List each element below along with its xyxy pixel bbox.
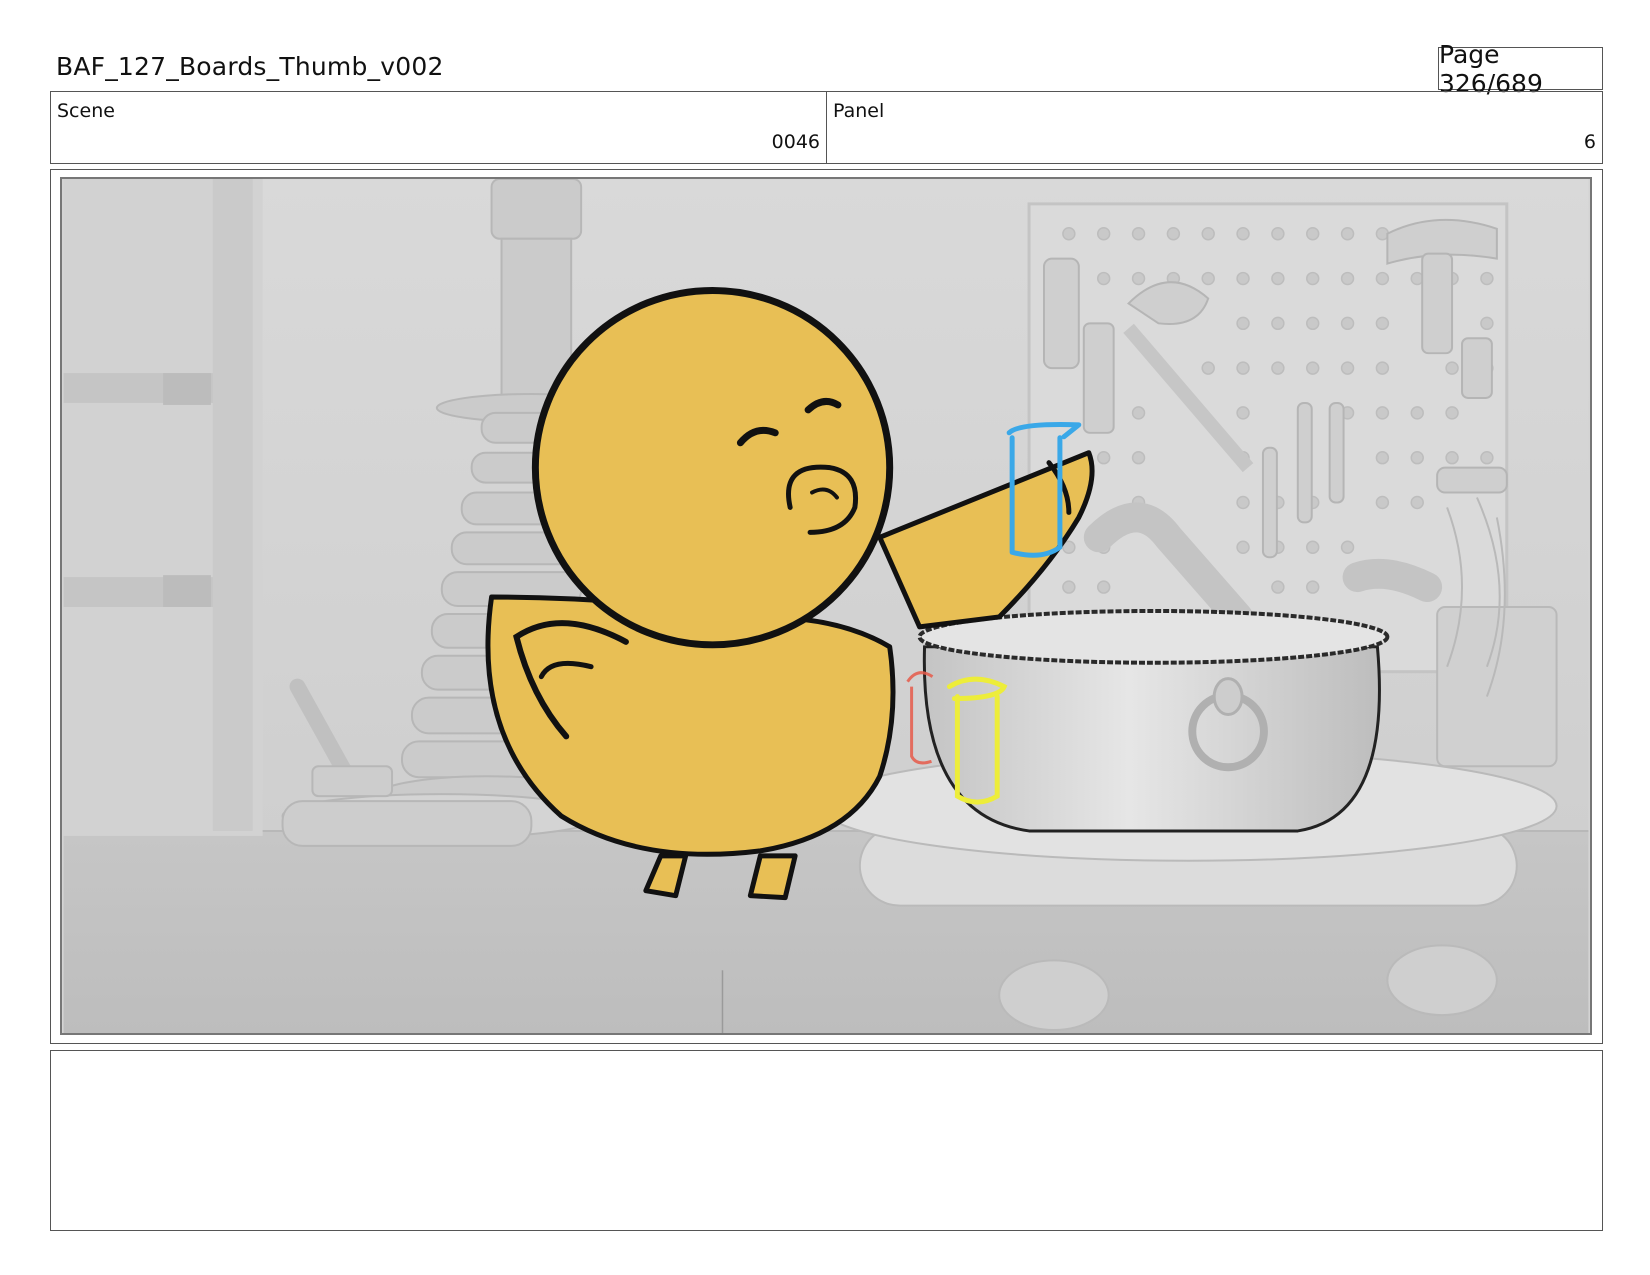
- panel-label: Panel: [833, 100, 885, 122]
- storyboard-drawing: [63, 179, 1589, 1033]
- storyboard-image: [60, 177, 1592, 1035]
- scene-cell: Scene 0046: [51, 92, 826, 163]
- storyboard-frame: [50, 169, 1603, 1044]
- scene-label: Scene: [57, 100, 115, 122]
- panel-cell: Panel 6: [826, 92, 1602, 163]
- scene-value: 0046: [771, 131, 820, 153]
- background-door: [63, 179, 263, 836]
- panel-value: 6: [1583, 131, 1596, 153]
- page-indicator: Page 326/689: [1438, 40, 1603, 98]
- scene-panel-info-row: Scene 0046 Panel 6: [50, 91, 1603, 164]
- document-title: BAF_127_Boards_Thumb_v002: [56, 52, 444, 81]
- panel-notes-box[interactable]: [50, 1050, 1603, 1231]
